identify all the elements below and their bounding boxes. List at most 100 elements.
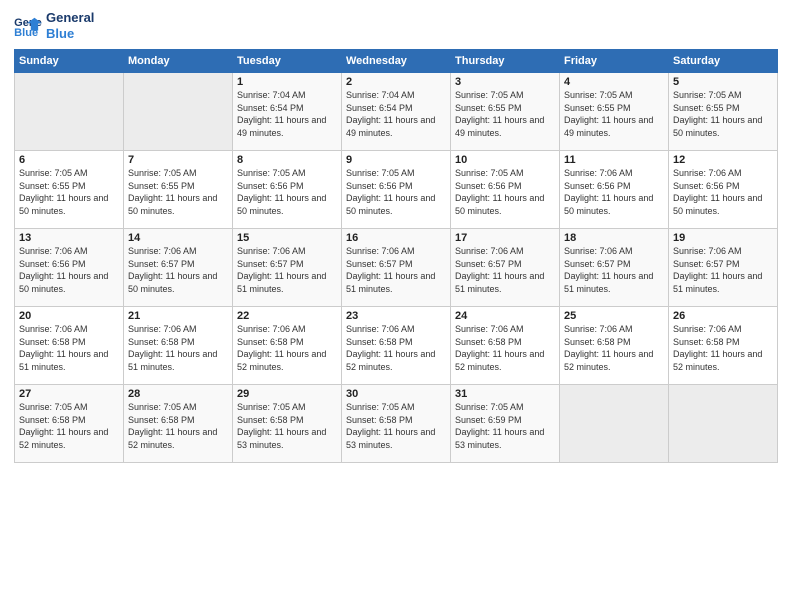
calendar-cell: 22Sunrise: 7:06 AMSunset: 6:58 PMDayligh… — [233, 307, 342, 385]
calendar-table: SundayMondayTuesdayWednesdayThursdayFrid… — [14, 49, 778, 463]
day-header-friday: Friday — [560, 50, 669, 73]
week-row-3: 13Sunrise: 7:06 AMSunset: 6:56 PMDayligh… — [15, 229, 778, 307]
cell-details: Sunrise: 7:06 AMSunset: 6:56 PMDaylight:… — [564, 167, 664, 217]
cell-details: Sunrise: 7:06 AMSunset: 6:58 PMDaylight:… — [455, 323, 555, 373]
day-number: 3 — [455, 76, 555, 88]
cell-details: Sunrise: 7:05 AMSunset: 6:55 PMDaylight:… — [564, 89, 664, 139]
calendar-cell: 28Sunrise: 7:05 AMSunset: 6:58 PMDayligh… — [124, 385, 233, 463]
cell-details: Sunrise: 7:05 AMSunset: 6:56 PMDaylight:… — [237, 167, 337, 217]
header-row: SundayMondayTuesdayWednesdayThursdayFrid… — [15, 50, 778, 73]
day-number: 19 — [673, 232, 773, 244]
day-header-saturday: Saturday — [669, 50, 778, 73]
cell-details: Sunrise: 7:05 AMSunset: 6:56 PMDaylight:… — [455, 167, 555, 217]
day-number: 17 — [455, 232, 555, 244]
day-number: 10 — [455, 154, 555, 166]
day-number: 15 — [237, 232, 337, 244]
cell-details: Sunrise: 7:06 AMSunset: 6:58 PMDaylight:… — [346, 323, 446, 373]
day-number: 6 — [19, 154, 119, 166]
cell-details: Sunrise: 7:05 AMSunset: 6:58 PMDaylight:… — [19, 401, 119, 451]
day-number: 7 — [128, 154, 228, 166]
day-header-tuesday: Tuesday — [233, 50, 342, 73]
header: General Blue General Blue — [14, 10, 778, 41]
day-number: 30 — [346, 388, 446, 400]
calendar-cell: 24Sunrise: 7:06 AMSunset: 6:58 PMDayligh… — [451, 307, 560, 385]
day-number: 4 — [564, 76, 664, 88]
calendar-cell: 20Sunrise: 7:06 AMSunset: 6:58 PMDayligh… — [15, 307, 124, 385]
day-number: 16 — [346, 232, 446, 244]
cell-details: Sunrise: 7:06 AMSunset: 6:57 PMDaylight:… — [673, 245, 773, 295]
calendar-cell: 29Sunrise: 7:05 AMSunset: 6:58 PMDayligh… — [233, 385, 342, 463]
day-header-thursday: Thursday — [451, 50, 560, 73]
cell-details: Sunrise: 7:06 AMSunset: 6:57 PMDaylight:… — [346, 245, 446, 295]
calendar-cell: 1Sunrise: 7:04 AMSunset: 6:54 PMDaylight… — [233, 73, 342, 151]
cell-details: Sunrise: 7:06 AMSunset: 6:56 PMDaylight:… — [673, 167, 773, 217]
day-number: 8 — [237, 154, 337, 166]
calendar-cell: 23Sunrise: 7:06 AMSunset: 6:58 PMDayligh… — [342, 307, 451, 385]
day-number: 28 — [128, 388, 228, 400]
day-number: 20 — [19, 310, 119, 322]
day-number: 23 — [346, 310, 446, 322]
cell-details: Sunrise: 7:06 AMSunset: 6:57 PMDaylight:… — [237, 245, 337, 295]
day-header-sunday: Sunday — [15, 50, 124, 73]
calendar-cell: 30Sunrise: 7:05 AMSunset: 6:58 PMDayligh… — [342, 385, 451, 463]
calendar-cell: 25Sunrise: 7:06 AMSunset: 6:58 PMDayligh… — [560, 307, 669, 385]
day-number: 9 — [346, 154, 446, 166]
calendar-cell: 8Sunrise: 7:05 AMSunset: 6:56 PMDaylight… — [233, 151, 342, 229]
day-number: 31 — [455, 388, 555, 400]
day-number: 27 — [19, 388, 119, 400]
cell-details: Sunrise: 7:05 AMSunset: 6:56 PMDaylight:… — [346, 167, 446, 217]
day-number: 29 — [237, 388, 337, 400]
calendar-cell: 13Sunrise: 7:06 AMSunset: 6:56 PMDayligh… — [15, 229, 124, 307]
day-number: 14 — [128, 232, 228, 244]
cell-details: Sunrise: 7:05 AMSunset: 6:58 PMDaylight:… — [346, 401, 446, 451]
calendar-cell: 16Sunrise: 7:06 AMSunset: 6:57 PMDayligh… — [342, 229, 451, 307]
day-number: 18 — [564, 232, 664, 244]
cell-details: Sunrise: 7:05 AMSunset: 6:55 PMDaylight:… — [455, 89, 555, 139]
calendar-cell: 31Sunrise: 7:05 AMSunset: 6:59 PMDayligh… — [451, 385, 560, 463]
calendar-cell: 6Sunrise: 7:05 AMSunset: 6:55 PMDaylight… — [15, 151, 124, 229]
calendar-cell: 5Sunrise: 7:05 AMSunset: 6:55 PMDaylight… — [669, 73, 778, 151]
day-number: 2 — [346, 76, 446, 88]
cell-details: Sunrise: 7:06 AMSunset: 6:58 PMDaylight:… — [564, 323, 664, 373]
day-number: 5 — [673, 76, 773, 88]
cell-details: Sunrise: 7:06 AMSunset: 6:58 PMDaylight:… — [128, 323, 228, 373]
calendar-cell — [15, 73, 124, 151]
calendar-cell: 9Sunrise: 7:05 AMSunset: 6:56 PMDaylight… — [342, 151, 451, 229]
cell-details: Sunrise: 7:06 AMSunset: 6:58 PMDaylight:… — [673, 323, 773, 373]
page: General Blue General Blue SundayMondayTu… — [0, 0, 792, 612]
calendar-cell: 11Sunrise: 7:06 AMSunset: 6:56 PMDayligh… — [560, 151, 669, 229]
calendar-cell: 17Sunrise: 7:06 AMSunset: 6:57 PMDayligh… — [451, 229, 560, 307]
calendar-cell — [669, 385, 778, 463]
logo-text-blue: Blue — [46, 26, 94, 42]
cell-details: Sunrise: 7:06 AMSunset: 6:57 PMDaylight:… — [564, 245, 664, 295]
calendar-cell: 15Sunrise: 7:06 AMSunset: 6:57 PMDayligh… — [233, 229, 342, 307]
week-row-1: 1Sunrise: 7:04 AMSunset: 6:54 PMDaylight… — [15, 73, 778, 151]
calendar-cell: 2Sunrise: 7:04 AMSunset: 6:54 PMDaylight… — [342, 73, 451, 151]
calendar-cell: 12Sunrise: 7:06 AMSunset: 6:56 PMDayligh… — [669, 151, 778, 229]
cell-details: Sunrise: 7:04 AMSunset: 6:54 PMDaylight:… — [346, 89, 446, 139]
calendar-cell: 4Sunrise: 7:05 AMSunset: 6:55 PMDaylight… — [560, 73, 669, 151]
day-number: 24 — [455, 310, 555, 322]
cell-details: Sunrise: 7:05 AMSunset: 6:58 PMDaylight:… — [237, 401, 337, 451]
day-number: 25 — [564, 310, 664, 322]
day-number: 11 — [564, 154, 664, 166]
calendar-cell: 26Sunrise: 7:06 AMSunset: 6:58 PMDayligh… — [669, 307, 778, 385]
cell-details: Sunrise: 7:06 AMSunset: 6:57 PMDaylight:… — [128, 245, 228, 295]
week-row-2: 6 Sunrise: 7:05 AMSunset: 6:55 PMDaylight… — [15, 151, 778, 229]
cell-details: Sunrise: 7:06 AMSunset: 6:56 PMDaylight:… — [19, 245, 119, 295]
calendar-cell: 27Sunrise: 7:05 AMSunset: 6:58 PMDayligh… — [15, 385, 124, 463]
day-number: 26 — [673, 310, 773, 322]
calendar-cell: 7Sunrise: 7:05 AMSunset: 6:55 PMDaylight… — [124, 151, 233, 229]
cell-details: Sunrise: 7:05 AMSunset: 6:55 PMDaylight:… — [673, 89, 773, 139]
logo-text-general: General — [46, 10, 94, 26]
day-header-wednesday: Wednesday — [342, 50, 451, 73]
day-number: 22 — [237, 310, 337, 322]
day-number: 12 — [673, 154, 773, 166]
calendar-cell — [560, 385, 669, 463]
calendar-cell — [124, 73, 233, 151]
cell-details: Sunrise: 7:05 AMSunset: 6:55 PMDaylight:… — [128, 167, 228, 217]
cell-details: Sunrise: 7:06 AMSunset: 6:57 PMDaylight:… — [455, 245, 555, 295]
cell-details: Sunrise: 7:06 AMSunset: 6:58 PMDaylight:… — [237, 323, 337, 373]
day-header-monday: Monday — [124, 50, 233, 73]
cell-details: Sunrise: 7:05 AMSunset: 6:59 PMDaylight:… — [455, 401, 555, 451]
